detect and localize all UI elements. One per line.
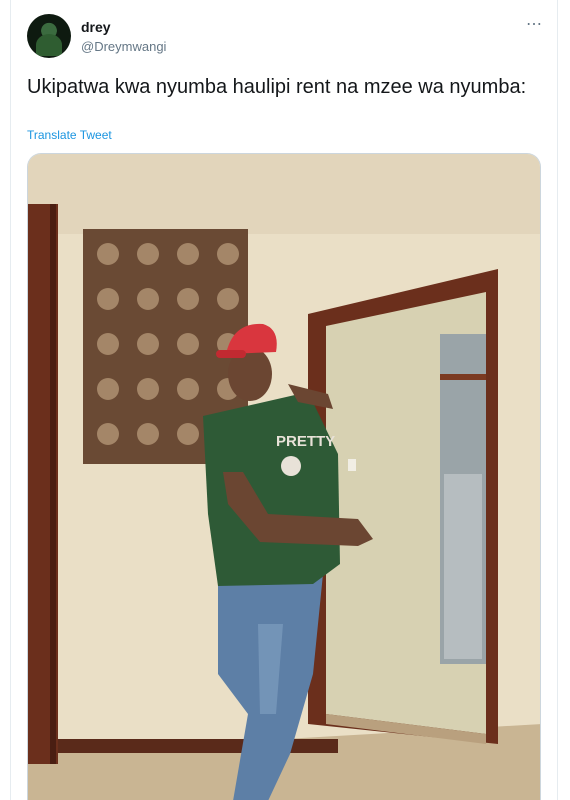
- author-handle[interactable]: @Dreymwangi: [81, 39, 166, 54]
- tweet-text: Ukipatwa kwa nyumba haulipi rent na mzee…: [27, 76, 527, 98]
- translate-tweet-link[interactable]: Translate Tweet: [27, 128, 112, 142]
- video-frame-illustration: PRETTY: [28, 154, 540, 800]
- more-options-icon[interactable]: ⋯: [526, 14, 543, 34]
- tweet-media-video[interactable]: PRETTY: [27, 153, 541, 800]
- avatar[interactable]: [27, 14, 71, 58]
- shirt-text: PRETTY: [276, 433, 335, 450]
- tweet-card: drey @Dreymwangi ⋯ Ukipatwa kwa nyumba h…: [10, 0, 558, 800]
- author-name[interactable]: drey: [81, 19, 111, 35]
- avatar-figure: [36, 34, 62, 56]
